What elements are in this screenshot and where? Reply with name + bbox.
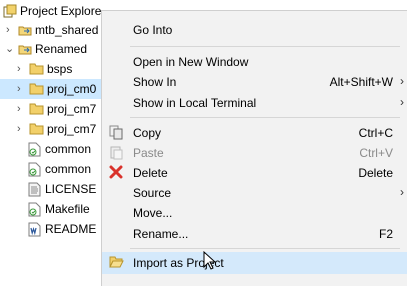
menu-item-label: Show In	[133, 75, 177, 89]
menu-separator	[130, 248, 400, 249]
menu-item-shortcut: Ctrl+C	[358, 126, 393, 140]
shared-project-icon	[18, 23, 32, 40]
menu-separator	[130, 46, 400, 47]
expand-icon[interactable]: ›	[6, 20, 16, 40]
menu-item-delete[interactable]: Delete Delete	[102, 162, 407, 184]
menu-item-shortcut: Ctrl+V	[359, 146, 393, 160]
menu-item-go-into[interactable]: Go Into	[102, 19, 407, 41]
menu-item-label: Show in Local Terminal	[133, 96, 257, 110]
tree-item-label: proj_cm7	[47, 102, 97, 116]
folder-open-icon	[109, 255, 124, 271]
menu-item-import-as-project[interactable]: Import as Project	[102, 252, 407, 274]
tree-item-proj-cm0[interactable]: › proj_cm0	[0, 79, 101, 99]
submenu-arrow-icon: ›	[400, 74, 404, 88]
menu-item-label: Source	[133, 186, 172, 200]
expand-icon[interactable]: ›	[17, 59, 27, 79]
menu-item-label: Rename...	[133, 227, 189, 241]
menu-item-label: Go Into	[133, 23, 173, 37]
menu-item-show-in[interactable]: Show In Alt+Shift+W ›	[102, 71, 407, 93]
tree-item-label: proj_cm7	[47, 122, 97, 136]
menu-item-shortcut: Delete	[358, 166, 393, 180]
copy-icon	[109, 125, 123, 143]
tree-item-label: proj_cm0	[47, 82, 97, 96]
tree-item-label: mtb_shared	[35, 23, 99, 37]
menu-item-shortcut: Alt+Shift+W	[329, 75, 393, 89]
folder-icon	[29, 122, 44, 138]
tree-item-label: LICENSE	[45, 182, 97, 196]
menu-item-source[interactable]: Source ›	[102, 182, 407, 204]
expand-icon[interactable]: ›	[17, 99, 27, 119]
menu-item-copy[interactable]: Copy Ctrl+C	[102, 122, 407, 144]
menu-item-open-new-window[interactable]: Open in New Window	[102, 51, 407, 73]
text-file-icon	[28, 182, 41, 200]
expand-icon[interactable]: ›	[17, 119, 27, 139]
file-link-icon	[28, 162, 41, 180]
folder-icon	[29, 62, 44, 78]
collapse-icon[interactable]: ⌄	[5, 39, 15, 59]
tree-item-label: bsps	[47, 62, 73, 76]
submenu-arrow-icon: ›	[400, 185, 404, 199]
menu-separator	[130, 117, 400, 118]
menu-item-label: Paste	[133, 146, 164, 160]
tree-item-label: Renamed	[35, 42, 88, 56]
expand-icon[interactable]: ›	[17, 79, 27, 99]
tree-item-label: common	[45, 142, 92, 156]
file-link-icon	[28, 202, 41, 220]
menu-item-label: Copy	[133, 126, 162, 140]
word-file-icon	[28, 222, 41, 240]
menu-item-label: Move...	[133, 206, 173, 220]
menu-item-label: Delete	[133, 166, 168, 180]
menu-item-rename[interactable]: Rename... F2	[102, 223, 407, 245]
project-explorer-icon	[3, 4, 17, 21]
mouse-cursor-icon	[203, 250, 217, 274]
context-menu: Go Into Open in New Window Show In Alt+S…	[101, 10, 407, 286]
shared-project-icon	[18, 42, 32, 59]
menu-item-show-in-local-terminal[interactable]: Show in Local Terminal ›	[102, 92, 407, 114]
file-link-icon	[28, 142, 41, 160]
tree-item-label: README	[45, 222, 97, 236]
menu-item-paste[interactable]: Paste Ctrl+V	[102, 142, 407, 164]
menu-item-label: Open in New Window	[133, 55, 249, 69]
paste-icon	[109, 145, 123, 163]
folder-icon	[29, 82, 44, 98]
tree-item-label: common	[45, 162, 92, 176]
tree-item-label: Makefile	[45, 202, 90, 216]
project-explorer-title: Project Explore	[20, 4, 102, 18]
folder-icon	[29, 102, 44, 118]
submenu-arrow-icon: ›	[400, 95, 404, 109]
menu-item-shortcut: F2	[378, 227, 393, 241]
delete-icon	[109, 165, 123, 182]
menu-item-move[interactable]: Move...	[102, 202, 407, 224]
